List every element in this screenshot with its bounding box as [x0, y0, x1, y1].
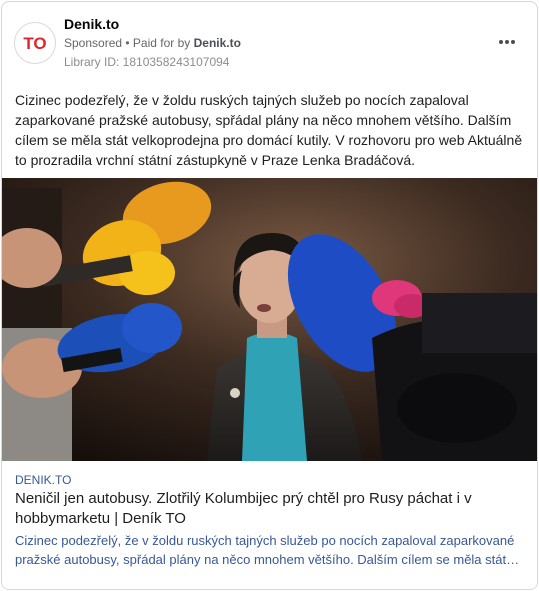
link-headline[interactable]: Neničil jen autobusy. Zlotřilý Kolumbije… — [15, 489, 515, 529]
sponsored-line: Sponsored • Paid for by Denik.to — [64, 36, 241, 50]
library-id: Library ID: 1810358243107094 — [64, 55, 230, 69]
more-options-icon[interactable] — [497, 32, 517, 52]
page-name[interactable]: Denik.to — [64, 16, 119, 32]
link-domain: DENIK.TO — [15, 473, 72, 487]
denik-to-logo: TO — [18, 26, 52, 60]
paid-for-prefix: Paid for by — [132, 36, 194, 50]
meta-separator: • — [122, 36, 133, 50]
link-description: Cizinec podezřelý, že v žoldu ruských ta… — [15, 533, 515, 567]
svg-text:TO: TO — [23, 34, 46, 53]
post-header: TO Denik.to Sponsored • Paid for by Deni… — [2, 2, 537, 82]
ad-card: TO Denik.to Sponsored • Paid for by Deni… — [1, 1, 538, 590]
press-conference-photo — [2, 178, 537, 461]
paid-for-by[interactable]: Denik.to — [194, 36, 241, 50]
post-image[interactable] — [2, 178, 537, 461]
post-body-text: Cizinec podezřelý, že v žoldu ruských ta… — [15, 92, 523, 168]
sponsored-label: Sponsored — [64, 36, 123, 50]
page-avatar[interactable]: TO — [14, 22, 56, 64]
link-preview[interactable]: DENIK.TO Neničil jen autobusy. Zlotřilý … — [2, 461, 537, 589]
